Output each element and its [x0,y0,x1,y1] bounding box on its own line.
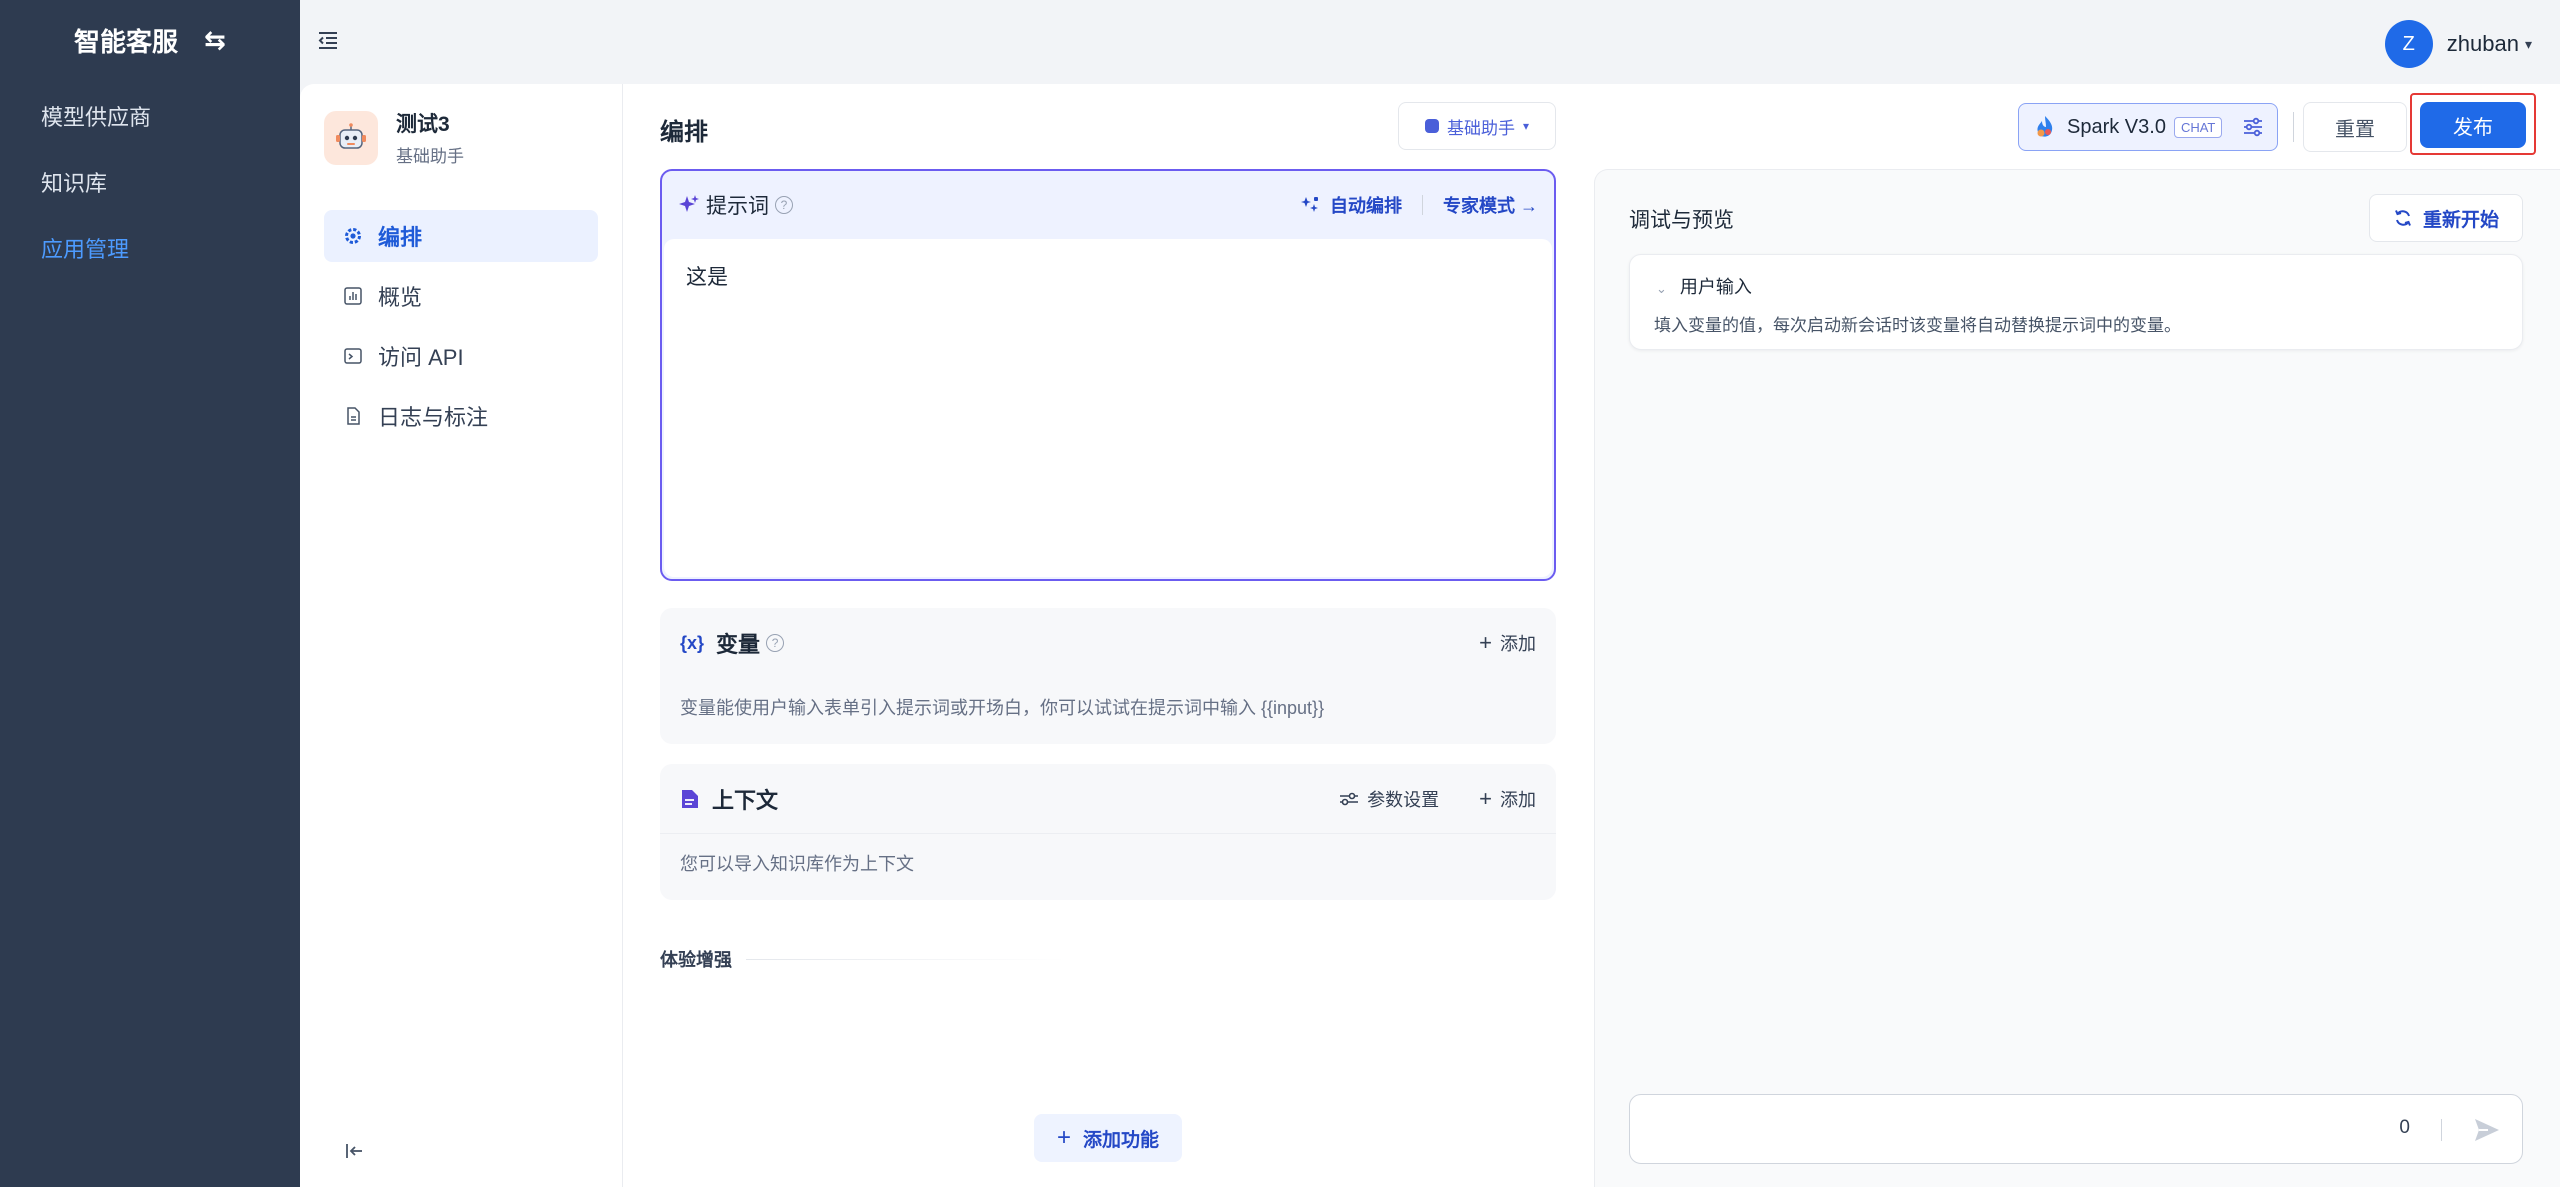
menu-toggle-icon[interactable] [316,28,340,52]
user-input-title: 用户输入 [1679,277,1752,297]
app-subnav: 测试3 基础助手 编排 概览 访问 API 日志与标注 [300,84,623,1187]
avatar[interactable]: Z [2384,20,2433,68]
add-variable-label: 添加 [1500,634,1536,654]
auto-orchestrate-label: 自动编排 [1329,196,1402,216]
divider [2441,1119,2442,1141]
plus-icon: + [1479,785,1492,811]
prompt-label: 提示词 [706,195,769,218]
variable-icon: {x} [680,632,705,653]
publish-button[interactable]: 发布 [2420,102,2526,148]
debug-title: 调试与预览 [1629,209,1734,232]
user-input-header[interactable]: ⌄ 用户输入 [1656,273,1752,299]
main-sidebar: 智能客服 ⇆ 模型供应商 知识库 应用管理 [0,0,300,1187]
subnav-item-overview[interactable]: 概览 [324,270,598,322]
subnav-item-logs[interactable]: 日志与标注 [324,390,598,442]
variables-title: 变量 [716,632,761,657]
context-card: 上下文 参数设置 + 添加 您可以导入知识库作为上下文 [660,764,1556,900]
variables-description: 变量能使用户输入表单引入提示词或开场白，你可以试试在提示词中输入 {{input… [680,698,1325,718]
app-name: 测试3 [396,113,450,136]
context-description: 您可以导入知识库作为上下文 [680,854,914,874]
chevron-down-icon: ⌄ [1656,281,1667,296]
model-name: Spark V3.0 [2067,115,2166,138]
subnav-item-label: 编排 [378,225,423,250]
plus-icon: + [1056,1124,1071,1151]
sidebar-item-app-management[interactable]: 应用管理 [41,232,129,264]
auto-orchestrate-button[interactable]: 自动编排 [1300,192,1402,218]
prompt-textarea[interactable]: 这是 [664,239,1552,577]
send-icon[interactable] [2472,1115,2502,1145]
spark-logo-icon [2037,116,2053,137]
subnav-item-label: 概览 [378,285,423,310]
swap-arrows-icon[interactable]: ⇆ [204,25,226,56]
sliders-icon [1340,792,1359,805]
top-bar: Z zhuban ▾ [300,0,2560,84]
sidebar-item-knowledge-base[interactable]: 知识库 [41,166,107,198]
help-icon[interactable]: ? [766,634,785,652]
subnav-item-api[interactable]: 访问 API [324,330,598,382]
robot-icon [324,110,378,165]
tune-icon[interactable] [2241,115,2265,139]
reset-button[interactable]: 重置 [2303,102,2407,152]
character-count: 0 [2399,1117,2410,1138]
sidebar-item-model-providers[interactable]: 模型供应商 [41,100,151,132]
chevron-down-icon: ▾ [1522,119,1530,133]
assistant-icon [1424,119,1439,133]
brand-title: 智能客服 [74,27,179,57]
context-title: 上下文 [712,787,779,813]
add-context-label: 添加 [1500,789,1536,810]
subnav-item-label: 访问 API [378,345,464,370]
params-settings-label: 参数设置 [1367,789,1440,810]
gear-icon [342,225,364,247]
username[interactable]: zhuban [2447,31,2519,57]
user-menu[interactable]: Z zhuban ▾ [2384,20,2532,68]
assistant-mode-label: 基础助手 [1446,118,1515,138]
chart-icon [342,285,364,307]
variables-card: {x} 变量 ? + 添加 变量能使用户输入表单引入提示词或开场白，你可以试试在… [660,608,1556,744]
brand: 智能客服 ⇆ [74,22,226,59]
plus-icon: + [1479,630,1492,655]
add-context-button[interactable]: + 添加 [1479,786,1536,812]
magic-icon [1300,197,1318,212]
subnav-item-label: 日志与标注 [378,405,489,430]
help-icon[interactable]: ? [775,196,793,214]
add-feature-label: 添加功能 [1083,1129,1160,1151]
page-title: 编排 [660,119,708,146]
chevron-down-icon[interactable]: ▾ [2525,36,2532,53]
debug-preview-panel: 调试与预览 重新开始 ⌄ 用户输入 填入变量的值，每次启动新会话时该变量将自动替… [1594,169,2560,1187]
user-input-card: ⌄ 用户输入 填入变量的值，每次启动新会话时该变量将自动替换提示词中的变量。 [1629,254,2523,350]
terminal-icon [342,345,364,367]
chat-input[interactable]: 0 [1629,1094,2523,1164]
add-variable-button[interactable]: + 添加 [1479,630,1536,656]
prompt-editor: 提示词 ? 自动编排 专家模式 → 这是 [660,169,1556,581]
model-selector[interactable]: Spark V3.0 CHAT [2018,103,2278,151]
sparkle-icon [679,195,699,212]
assistant-mode-dropdown[interactable]: 基础助手 ▾ [1398,102,1556,150]
user-input-description: 填入变量的值，每次启动新会话时该变量将自动替换提示词中的变量。 [1654,316,2181,335]
prompt-header: 提示词 ? 自动编排 专家模式 → [662,171,1554,239]
restart-label: 重新开始 [2422,209,2499,231]
model-type-badge: CHAT [2173,116,2223,138]
subnav-item-orchestrate[interactable]: 编排 [324,210,598,262]
refresh-icon [2395,210,2411,226]
experience-enhancement-section: 体验增强 [660,946,1066,972]
expert-mode-button[interactable]: 专家模式 → [1443,192,1538,218]
params-settings-button[interactable]: 参数设置 [1339,786,1439,812]
divider [2293,112,2294,142]
add-feature-button[interactable]: + 添加功能 [1034,1114,1182,1162]
collapse-icon[interactable] [342,1139,366,1163]
app-header: 测试3 基础助手 [324,108,464,167]
document-icon [342,405,364,427]
app-type: 基础助手 [396,147,464,166]
restart-button[interactable]: 重新开始 [2369,194,2523,242]
document-icon [682,789,698,808]
enhance-label: 体验增强 [660,950,732,970]
